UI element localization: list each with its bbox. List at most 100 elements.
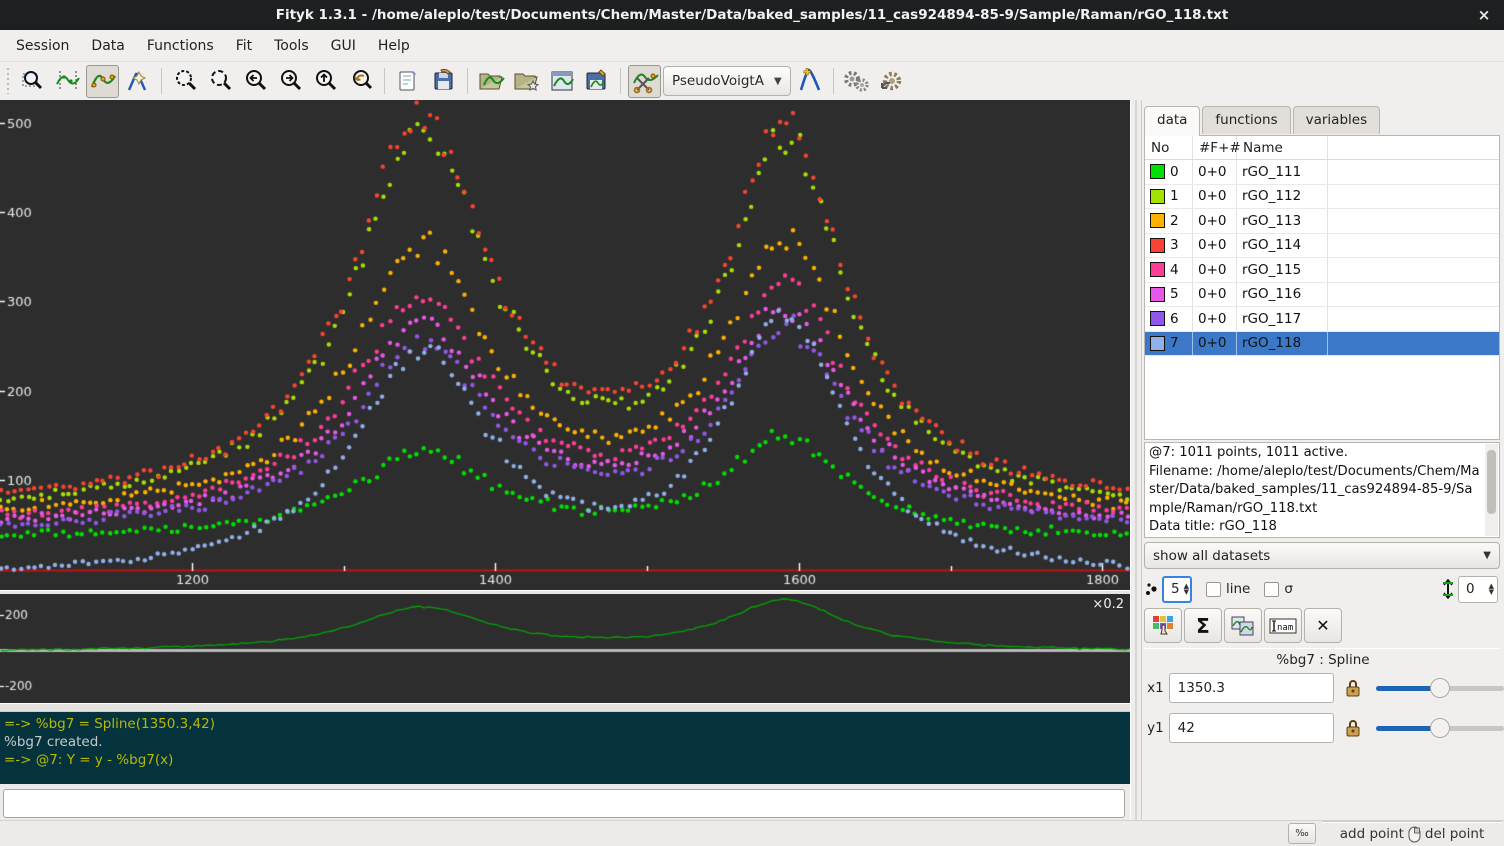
col-header-name[interactable]: Name (1237, 136, 1328, 159)
zoom-all-button[interactable] (169, 65, 202, 98)
tab-variables[interactable]: variables (1293, 106, 1381, 134)
param-label: x1 (1142, 680, 1164, 696)
point-size-spinner[interactable]: 5 ▲▼ (1162, 576, 1192, 603)
console-splitter[interactable] (0, 703, 1130, 712)
color-gradient-button[interactable] (1144, 608, 1182, 643)
dataset-color-swatch (1150, 287, 1165, 302)
menu-session[interactable]: Session (6, 34, 79, 58)
sigma-checkbox-label: σ (1284, 581, 1293, 597)
command-input[interactable] (3, 789, 1125, 818)
save-session-button[interactable] (427, 65, 460, 98)
export-data-button[interactable] (580, 65, 613, 98)
slider-thumb[interactable] (1430, 718, 1450, 738)
menu-tools[interactable]: Tools (264, 34, 319, 58)
lock-icon[interactable] (1344, 678, 1362, 698)
info-title: Data title: rGO_118 (1149, 519, 1277, 534)
toolbar-separator (833, 68, 834, 94)
menu-bar: Session Data Functions Fit Tools GUI Hel… (0, 30, 1504, 62)
function-panel-title: %bg7 : Spline (1142, 652, 1504, 668)
panel-tabs: data functions variables (1144, 106, 1382, 136)
sum-datasets-button[interactable]: Σ (1184, 608, 1222, 643)
data-range-mode-button[interactable] (51, 65, 84, 98)
load-data-button[interactable] (475, 65, 508, 98)
dataset-color-swatch (1150, 336, 1165, 351)
load-data-custom-button[interactable] (510, 65, 543, 98)
add-peak-mode-button[interactable] (121, 65, 154, 98)
menu-data[interactable]: Data (81, 34, 134, 58)
data-editor-button[interactable] (545, 65, 578, 98)
strip-background-button[interactable] (628, 65, 661, 98)
dataset-row[interactable]: 5 0+0rGO_116 (1145, 283, 1499, 308)
console-line: %bg7 created. (4, 733, 1126, 751)
dataset-info: @7: 1011 points, 1011 active. Filename: … (1144, 442, 1500, 538)
point-size-icon (1144, 581, 1160, 597)
zoom-up-button[interactable] (309, 65, 342, 98)
aux-plot[interactable] (0, 594, 1130, 703)
lock-icon[interactable] (1344, 718, 1362, 738)
info-filename: Filename: /home/aleplo/test/Documents/Ch… (1149, 464, 1480, 516)
spin-down-icon: ▼ (1184, 589, 1189, 595)
dataset-row[interactable]: 4 0+0rGO_115 (1145, 258, 1499, 283)
aux-scale-label: ×0.2 (1092, 597, 1124, 612)
zoom-right-button[interactable] (274, 65, 307, 98)
toolbar: PseudoVoigtA ▼ (0, 62, 1504, 101)
line-checkbox[interactable] (1206, 582, 1221, 597)
show-datasets-select[interactable]: show all datasets ▼ (1144, 542, 1500, 569)
zoom-left-button[interactable] (239, 65, 272, 98)
main-plot[interactable] (0, 100, 1130, 590)
copy-dataset-button[interactable] (1224, 608, 1262, 643)
param-y1-input[interactable]: 42 (1169, 713, 1335, 743)
dataset-row[interactable]: 1 0+0rGO_112 (1145, 185, 1499, 210)
function-type-select[interactable]: PseudoVoigtA ▼ (663, 66, 791, 96)
zoom-vertical-button[interactable] (204, 65, 237, 98)
param-x1-slider[interactable] (1376, 678, 1504, 698)
vertical-shift-icon (1441, 579, 1455, 599)
mouse-icon (1408, 826, 1421, 843)
panel-splitter[interactable] (1130, 100, 1142, 846)
tab-data[interactable]: data (1144, 106, 1200, 136)
toolbar-separator (161, 68, 162, 94)
menu-functions[interactable]: Functions (137, 34, 224, 58)
baseline-mode-button[interactable] (86, 65, 119, 98)
add-point-hint: add point (1340, 826, 1404, 842)
toolbar-separator (620, 68, 621, 94)
zoom-mode-button[interactable] (16, 65, 49, 98)
auto-add-peak-button[interactable] (793, 65, 826, 98)
col-header-ff[interactable]: #F+# (1193, 136, 1237, 159)
dataset-row[interactable]: 0 0+0rGO_111 (1145, 160, 1499, 185)
run-fit-button[interactable] (841, 65, 874, 98)
param-label: y1 (1142, 720, 1164, 736)
undo-zoom-button[interactable] (344, 65, 377, 98)
dataset-color-swatch (1150, 213, 1165, 228)
title-bar[interactable]: Fityk 1.3.1 - /home/aleplo/test/Document… (0, 0, 1504, 30)
param-x1-input[interactable]: 1350.3 (1169, 673, 1335, 703)
tab-functions[interactable]: functions (1202, 106, 1290, 134)
shift-spinner[interactable]: 0 ▲▼ (1458, 576, 1498, 603)
rename-dataset-button[interactable]: nam (1264, 608, 1302, 643)
dataset-row[interactable]: 3 0+0rGO_114 (1145, 234, 1499, 259)
dataset-color-swatch (1150, 311, 1165, 326)
display-controls: 5 ▲▼ line σ 0 ▲▼ (1144, 574, 1500, 604)
menu-help[interactable]: Help (368, 34, 420, 58)
delete-dataset-button[interactable]: ✕ (1304, 608, 1342, 643)
param-y1-slider[interactable] (1376, 718, 1504, 738)
function-type-value: PseudoVoigtA (672, 73, 764, 89)
scrollbar-thumb[interactable] (1487, 450, 1496, 514)
param-row-y1: y1 42 (1142, 712, 1504, 744)
slider-thumb[interactable] (1430, 678, 1450, 698)
close-icon[interactable]: × (1474, 5, 1494, 25)
menu-gui[interactable]: GUI (321, 34, 366, 58)
info-points: @7: 1011 points, 1011 active. (1149, 445, 1348, 460)
dataset-row[interactable]: 6 0+0rGO_117 (1145, 307, 1499, 332)
dataset-row-selected[interactable]: 7 0+0rGO_118 (1145, 332, 1499, 357)
col-header-no[interactable]: No (1145, 136, 1193, 159)
dataset-row[interactable]: 2 0+0rGO_113 (1145, 209, 1499, 234)
script-log-button[interactable] (392, 65, 425, 98)
scrollbar[interactable] (1485, 444, 1498, 536)
spin-down-icon: ▼ (1489, 589, 1494, 595)
status-settings-button[interactable]: ‰ (1288, 823, 1316, 844)
undo-fit-button[interactable] (876, 65, 909, 98)
sigma-checkbox[interactable] (1264, 582, 1279, 597)
dataset-buttons: Σ nam ✕ (1144, 608, 1342, 643)
menu-fit[interactable]: Fit (226, 34, 262, 58)
